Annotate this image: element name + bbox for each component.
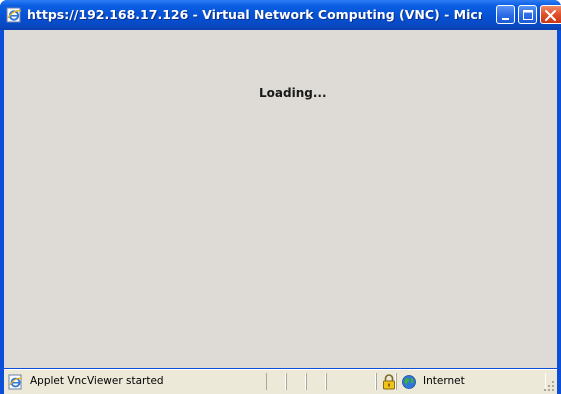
ie-page-icon [8, 374, 23, 390]
status-panel-divider [326, 373, 376, 390]
padlock-icon[interactable] [382, 374, 396, 390]
minimize-button[interactable] [496, 5, 515, 24]
status-panel-divider [286, 373, 306, 390]
close-button[interactable] [540, 5, 561, 24]
status-panel-divider [306, 373, 326, 390]
browser-window: https://192.168.17.126 - Virtual Network… [0, 0, 561, 394]
window-title: https://192.168.17.126 - Virtual Network… [27, 7, 482, 22]
minimize-icon [502, 18, 509, 20]
ie-page-icon[interactable] [6, 7, 22, 23]
applet-area[interactable]: Loading... [4, 30, 557, 368]
status-bar: Applet VncViewer started Internet [4, 369, 557, 394]
status-message: Applet VncViewer started [30, 375, 164, 387]
globe-icon[interactable] [401, 374, 417, 390]
status-panel-divider [266, 373, 286, 390]
loading-message: Loading... [259, 86, 327, 100]
maximize-icon [523, 10, 533, 20]
maximize-button[interactable] [518, 5, 537, 24]
close-icon [545, 10, 556, 21]
security-zone-label: Internet [423, 375, 465, 387]
resize-grip-icon[interactable] [543, 380, 555, 392]
status-panel-zone [396, 373, 546, 390]
title-bar[interactable]: https://192.168.17.126 - Virtual Network… [0, 0, 561, 30]
